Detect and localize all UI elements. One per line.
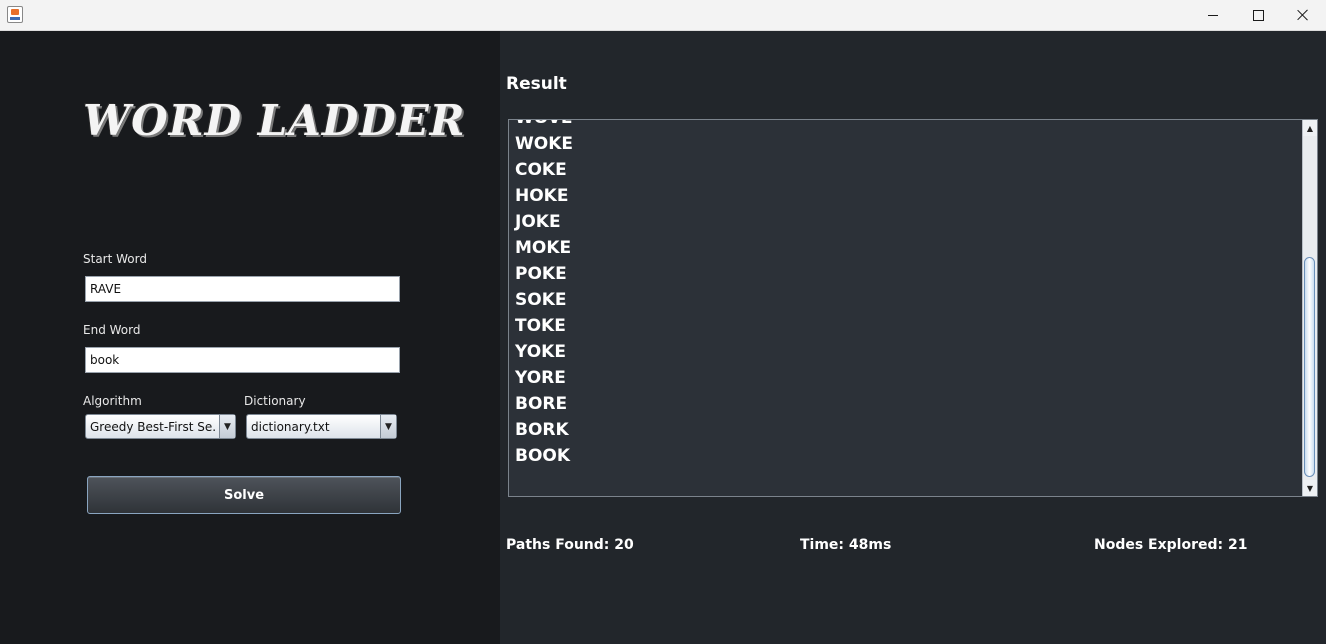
scroll-thumb[interactable] — [1304, 257, 1315, 477]
list-item: JOKE — [515, 212, 561, 232]
dictionary-label: Dictionary — [244, 394, 306, 408]
dictionary-selected-value: dictionary.txt — [251, 420, 330, 434]
result-heading: Result — [506, 74, 567, 94]
scroll-down-icon[interactable]: ▼ — [1303, 480, 1317, 496]
list-item: HOKE — [515, 186, 569, 206]
start-word-label: Start Word — [83, 252, 147, 266]
result-list: WOVE WOKE COKE HOKE JOKE MOKE POKE SOKE … — [515, 120, 573, 469]
vertical-scrollbar[interactable]: ▲ ▼ — [1302, 120, 1317, 496]
minimize-button[interactable] — [1190, 0, 1236, 30]
end-word-label: End Word — [83, 323, 141, 337]
list-item: BORE — [515, 394, 568, 414]
list-item: POKE — [515, 264, 567, 284]
maximize-button[interactable] — [1235, 0, 1281, 30]
list-item: TOKE — [515, 316, 566, 336]
list-item: MOKE — [515, 238, 572, 258]
list-item: COKE — [515, 160, 567, 180]
chevron-down-icon[interactable]: ▼ — [380, 415, 396, 438]
result-list-box[interactable]: WOVE WOKE COKE HOKE JOKE MOKE POKE SOKE … — [508, 119, 1318, 497]
time-stat: Time: 48ms — [800, 537, 892, 553]
list-item: WOKE — [515, 134, 573, 154]
close-icon — [1297, 9, 1309, 21]
maximize-icon — [1252, 9, 1264, 21]
chevron-down-icon[interactable]: ▼ — [219, 415, 235, 438]
minimize-icon — [1208, 14, 1218, 16]
solve-button[interactable]: Solve — [87, 476, 401, 514]
app-title: WORD LADDER — [83, 96, 466, 145]
close-button[interactable] — [1280, 0, 1326, 30]
list-item: YOKE — [515, 342, 566, 362]
end-word-input[interactable] — [85, 347, 400, 373]
algorithm-label: Algorithm — [83, 394, 142, 408]
window-title-bar — [0, 0, 1326, 31]
paths-found-stat: Paths Found: 20 — [506, 537, 634, 553]
scroll-up-icon[interactable]: ▲ — [1303, 120, 1317, 136]
dictionary-select[interactable]: dictionary.txt ▼ — [246, 414, 397, 439]
algorithm-selected-value: Greedy Best-First Se... — [90, 420, 215, 434]
list-item: WOVE — [515, 120, 573, 131]
list-item: BOOK — [515, 446, 571, 466]
nodes-explored-stat: Nodes Explored: 21 — [1094, 537, 1248, 553]
java-icon — [7, 6, 23, 23]
list-item: SOKE — [515, 290, 567, 310]
list-item: BORK — [515, 420, 569, 440]
list-item: YORE — [515, 368, 566, 388]
algorithm-select[interactable]: Greedy Best-First Se... ▼ — [85, 414, 236, 439]
start-word-input[interactable] — [85, 276, 400, 302]
